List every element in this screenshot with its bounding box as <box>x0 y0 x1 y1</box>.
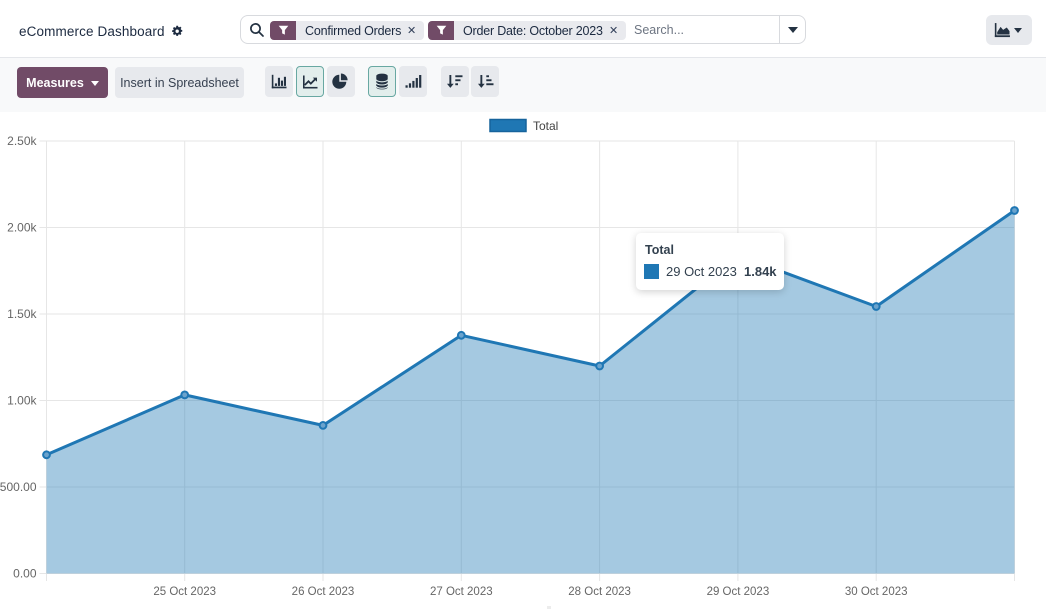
svg-text:26 Oct 2023: 26 Oct 2023 <box>292 586 355 598</box>
svg-text:29 Oct 2023: 29 Oct 2023 <box>707 586 770 598</box>
svg-text:30 Oct 2023: 30 Oct 2023 <box>845 586 908 598</box>
svg-text:2.00k: 2.00k <box>7 221 37 235</box>
svg-text:28 Oct 2023: 28 Oct 2023 <box>568 586 631 598</box>
svg-text:2.50k: 2.50k <box>7 134 37 148</box>
svg-text:25 Oct 2023: 25 Oct 2023 <box>153 586 216 598</box>
svg-text:500.00: 500.00 <box>0 480 37 494</box>
svg-text:Total: Total <box>533 119 558 133</box>
svg-text:1.00k: 1.00k <box>7 394 37 408</box>
svg-text:1.50k: 1.50k <box>7 307 37 321</box>
svg-text:27 Oct 2023: 27 Oct 2023 <box>430 586 493 598</box>
svg-text:0.00: 0.00 <box>13 567 37 581</box>
